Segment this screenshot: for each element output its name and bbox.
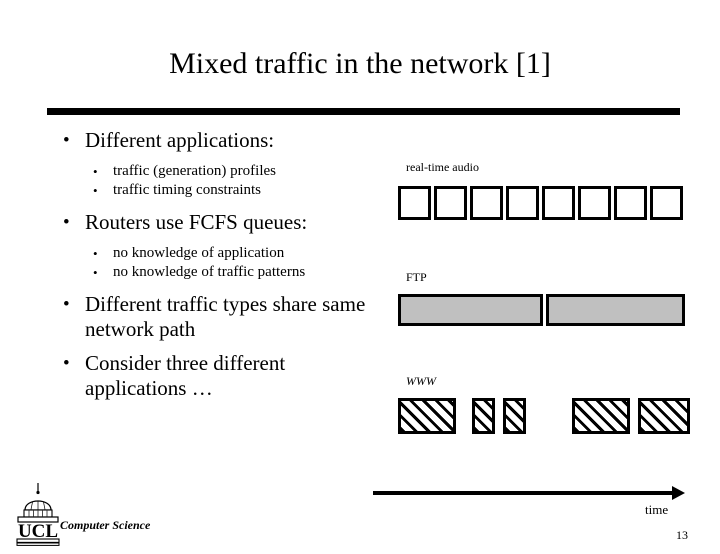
title-divider [47, 108, 680, 115]
bullet-text: traffic (generation) profiles [113, 163, 276, 179]
bullet-dot-icon: • [63, 353, 70, 374]
bullet-dot-icon: • [63, 130, 70, 151]
bullet-text: Consider three different applications … [85, 351, 286, 400]
bullet-dot-icon: • [63, 294, 70, 315]
bullet-text: Routers use FCFS queues: [85, 210, 308, 234]
slide: Mixed traffic in the network [1] • Diffe… [0, 0, 720, 554]
traffic-block [506, 186, 539, 220]
page-number: 13 [676, 528, 688, 542]
time-axis-label: time [645, 502, 669, 517]
bullet-dot-icon: • [93, 246, 98, 261]
bullet-item: • Consider three different applications … [55, 351, 385, 401]
traffic-diagram: real-time audio FTP WWW [396, 150, 696, 450]
bullet-item: • no knowledge of traffic patterns [55, 263, 385, 282]
bullet-text: no knowledge of traffic patterns [113, 264, 306, 280]
traffic-block [650, 186, 683, 220]
traffic-block [614, 186, 647, 220]
traffic-block [398, 398, 456, 434]
department-label: Computer Science [60, 518, 151, 532]
bullet-item: • traffic (generation) profiles [55, 162, 385, 181]
bullet-item: • traffic timing constraints [55, 181, 385, 200]
bullet-item: • Different traffic types share same net… [55, 292, 385, 342]
traffic-block [542, 186, 575, 220]
traffic-block [503, 398, 526, 434]
traffic-block [470, 186, 503, 220]
bullet-dot-icon: • [63, 212, 70, 233]
page-title: Mixed traffic in the network [1] [169, 47, 551, 80]
traffic-block [572, 398, 630, 434]
traffic-block [398, 294, 543, 326]
bullet-text: no knowledge of application [113, 245, 285, 261]
traffic-block [578, 186, 611, 220]
bullet-text: traffic timing constraints [113, 182, 262, 198]
track-label-audio: real-time audio [406, 160, 479, 174]
track-label-ftp: FTP [406, 270, 427, 284]
traffic-block [434, 186, 467, 220]
bullet-dot-icon: • [93, 183, 98, 198]
bullet-text: Different traffic types share same netwo… [85, 292, 366, 341]
bullet-dot-icon: • [93, 164, 98, 179]
bullet-text: Different applications: [85, 128, 275, 152]
traffic-block [398, 186, 431, 220]
bullet-item: • no knowledge of application [55, 244, 385, 263]
time-axis-line [373, 491, 673, 495]
traffic-block [546, 294, 685, 326]
bullet-item: • Routers use FCFS queues: [55, 210, 385, 235]
bullet-item: • Different applications: [55, 128, 385, 153]
bullet-dot-icon: • [93, 265, 98, 280]
track-label-www: WWW [406, 374, 436, 388]
ucl-logo: UCL [12, 482, 64, 546]
bullet-list: • Different applications: • traffic (gen… [55, 128, 385, 403]
time-axis-arrowhead-icon [672, 486, 685, 500]
traffic-block [638, 398, 690, 434]
traffic-block [472, 398, 495, 434]
